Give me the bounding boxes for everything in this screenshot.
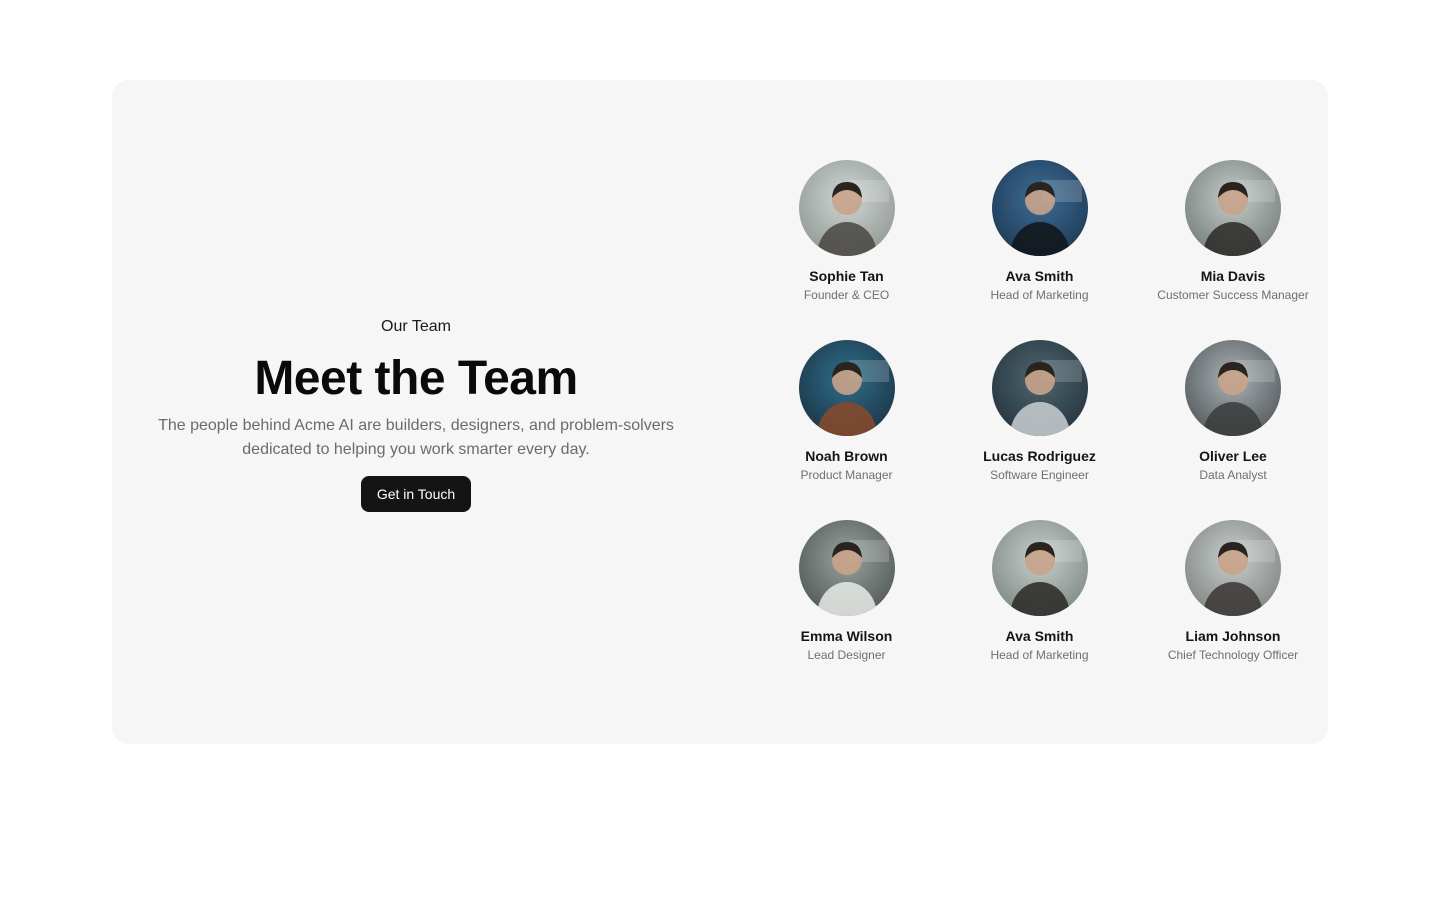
page-title: Meet the Team bbox=[254, 352, 578, 405]
member-avatar bbox=[991, 520, 1088, 616]
team-member-card: Mia Davis Customer Success Manager bbox=[1136, 160, 1330, 340]
member-name: Noah Brown bbox=[805, 448, 888, 464]
member-avatar bbox=[991, 340, 1088, 436]
eyebrow-label: Our Team bbox=[381, 318, 451, 335]
member-role: Head of Marketing bbox=[990, 288, 1089, 302]
member-role: Customer Success Manager bbox=[1157, 288, 1309, 302]
team-member-card: Noah Brown Product Manager bbox=[750, 340, 943, 520]
member-name: Liam Johnson bbox=[1185, 628, 1281, 644]
team-intro: Our Team Meet the Team The people behind… bbox=[136, 316, 696, 512]
member-avatar bbox=[991, 160, 1088, 256]
member-role: Founder & CEO bbox=[803, 288, 890, 302]
member-avatar bbox=[1185, 340, 1281, 436]
member-name: Emma Wilson bbox=[800, 628, 893, 644]
member-name: Lucas Rodriguez bbox=[983, 448, 1096, 464]
member-role: Lead Designer bbox=[807, 648, 886, 662]
team-member-card: Ava Smith Head of Marketing bbox=[943, 160, 1136, 340]
member-avatar bbox=[798, 520, 895, 616]
team-section: Our Team Meet the Team The people behind… bbox=[112, 80, 1328, 744]
member-role: Data Analyst bbox=[1199, 468, 1267, 482]
member-role: Product Manager bbox=[800, 468, 893, 482]
team-member-card: Ava Smith Head of Marketing bbox=[943, 520, 1136, 700]
team-member-card: Liam Johnson Chief Technology Officer bbox=[1136, 520, 1330, 700]
member-role: Head of Marketing bbox=[990, 648, 1089, 662]
member-role: Software Engineer bbox=[990, 468, 1089, 482]
get-in-touch-button[interactable]: Get in Touch bbox=[360, 476, 472, 512]
member-avatar bbox=[798, 340, 895, 436]
member-role: Chief Technology Officer bbox=[1167, 648, 1299, 662]
team-member-card: Lucas Rodriguez Software Engineer bbox=[943, 340, 1136, 520]
intro-description: The people behind Acme AI are builders, … bbox=[158, 417, 674, 458]
member-name: Oliver Lee bbox=[1199, 448, 1267, 464]
team-member-card: Emma Wilson Lead Designer bbox=[750, 520, 943, 700]
team-grid: Sophie Tan Founder & CEO Ava Smith Head of … bbox=[750, 160, 1330, 700]
member-avatar bbox=[1185, 520, 1281, 616]
member-avatar bbox=[798, 160, 895, 256]
team-member-card: Sophie Tan Founder & CEO bbox=[750, 160, 943, 340]
member-name: Ava Smith bbox=[1005, 628, 1074, 644]
team-member-card: Oliver Lee Data Analyst bbox=[1136, 340, 1330, 520]
member-avatar bbox=[1185, 160, 1281, 256]
member-name: Ava Smith bbox=[1005, 268, 1074, 284]
member-name: Mia Davis bbox=[1200, 268, 1266, 284]
member-name: Sophie Tan bbox=[809, 268, 884, 284]
